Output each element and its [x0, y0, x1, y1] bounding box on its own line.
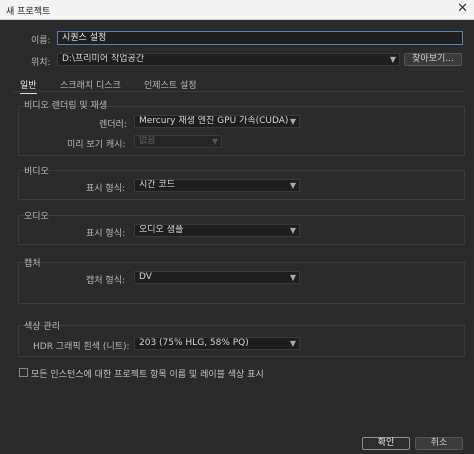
chevron-down-icon: ▼ [211, 137, 218, 146]
tab-ingest-settings[interactable]: 인제스트 설정 [144, 78, 197, 91]
cancel-button[interactable]: 취소 [415, 437, 463, 450]
name-label: 이름: [31, 36, 51, 46]
audio-display-format-value: 오디오 샘플 [139, 225, 184, 235]
preview-cache-value: 없음 [139, 136, 156, 146]
hdr-graphics-white-select[interactable]: 203 (75% HLG, 58% PQ) ▼ [134, 337, 300, 350]
capture-format-select[interactable]: DV ▼ [134, 271, 300, 284]
tab-divider [12, 91, 464, 92]
section-title-capture: 캡처 [24, 259, 41, 269]
section-title-audio: 오디오 [24, 212, 49, 222]
capture-format-label: 캡처 형식: [86, 276, 126, 286]
title-bar: 새 프로젝트 ✕ [0, 0, 474, 20]
chevron-down-icon: ▼ [289, 181, 296, 190]
tab-scratch-disks[interactable]: 스크래치 디스크 [60, 78, 121, 91]
show-item-names-label: 모든 인스턴스에 대한 프로젝트 항목 이름 및 레이블 색상 표시 [31, 370, 264, 380]
capture-format-value: DV [139, 272, 152, 282]
video-display-format-select[interactable]: 시간 코드 ▼ [134, 179, 300, 192]
audio-display-format-select[interactable]: 오디오 샘플 ▼ [134, 224, 300, 237]
preview-cache-label: 미리 보기 캐시: [67, 140, 126, 150]
chevron-down-icon: ▼ [289, 226, 296, 235]
section-title-video-rendering: 비디오 렌더링 및 재생 [24, 101, 108, 111]
chevron-down-icon: ▼ [289, 273, 296, 282]
video-display-format-value: 시간 코드 [139, 180, 175, 190]
renderer-label: 렌더러: [99, 120, 127, 130]
tab-general[interactable]: 일반 [20, 78, 37, 94]
chevron-down-icon: ▼ [289, 339, 296, 348]
audio-display-format-label: 표시 형식: [86, 229, 126, 239]
browse-button[interactable]: 찾아보기... [404, 53, 462, 66]
video-display-format-label: 표시 형식: [86, 184, 126, 194]
ok-button[interactable]: 확인 [362, 437, 410, 450]
chevron-down-icon: ▼ [289, 117, 296, 126]
renderer-select[interactable]: Mercury 재생 엔진 GPU 가속(CUDA) ▼ [134, 115, 300, 128]
section-title-color-management: 색상 관리 [24, 322, 60, 332]
hdr-graphics-white-label: HDR 그래픽 흰색 (니트): [33, 342, 130, 352]
renderer-value: Mercury 재생 엔진 GPU 가속(CUDA) [139, 116, 289, 126]
show-item-names-checkbox[interactable] [19, 368, 28, 377]
window-title: 새 프로젝트 [6, 7, 51, 17]
location-label: 위치: [31, 58, 51, 68]
project-name-input[interactable]: 시퀀스 설정 [57, 31, 463, 45]
location-value: D:\프리미어 작업공간 [62, 54, 145, 64]
chevron-down-icon: ▼ [389, 55, 396, 64]
section-title-video: 비디오 [24, 167, 49, 177]
hdr-graphics-white-value: 203 (75% HLG, 58% PQ) [139, 338, 249, 348]
location-select[interactable]: D:\프리미어 작업공간 ▼ [57, 53, 400, 66]
preview-cache-select: 없음 ▼ [134, 135, 222, 148]
close-icon[interactable]: ✕ [457, 2, 468, 16]
